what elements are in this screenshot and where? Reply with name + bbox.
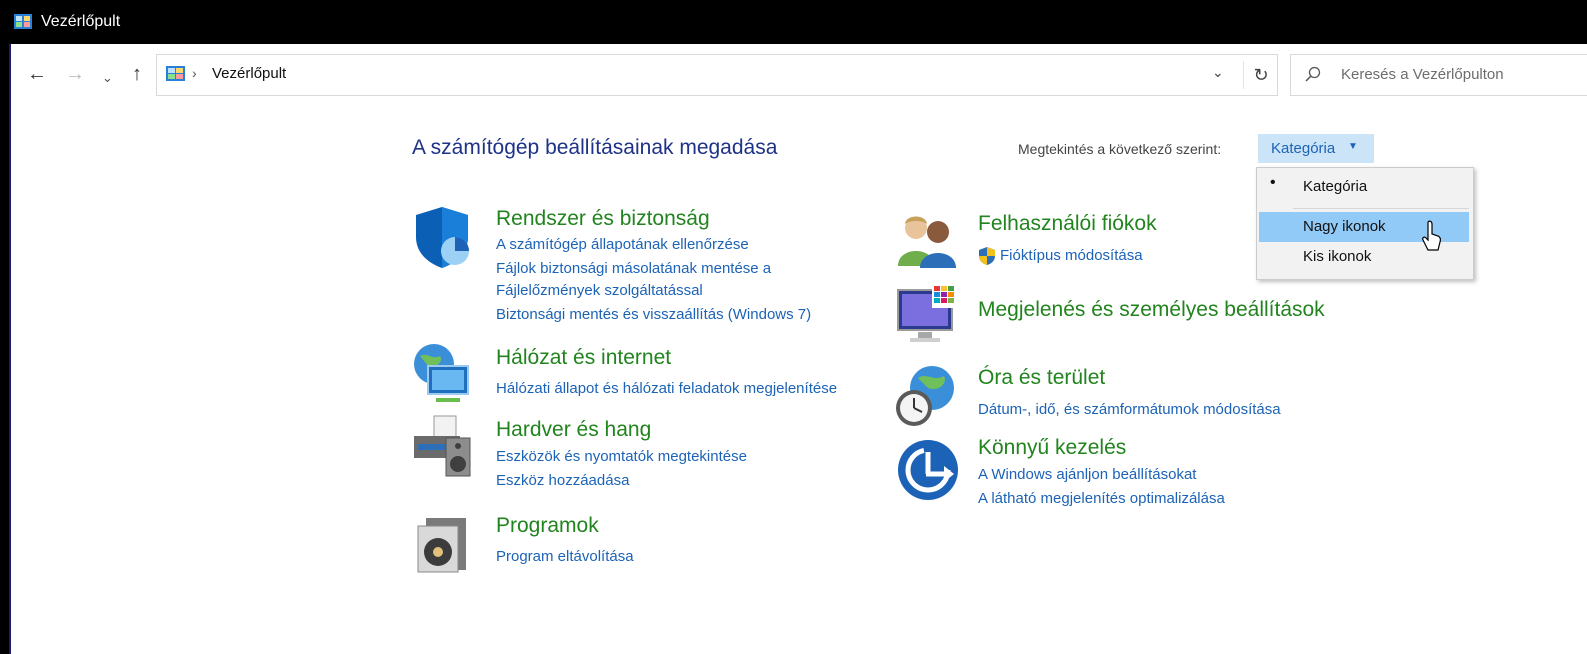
back-button[interactable]: ← bbox=[27, 62, 47, 86]
menu-item-label: Kategória bbox=[1303, 178, 1368, 195]
up-button[interactable]: ↑ bbox=[132, 62, 142, 86]
view-by-select[interactable]: Kategória ▼ bbox=[1258, 134, 1374, 163]
address-bar[interactable]: › Vezérlőpult ⌄ ↻ bbox=[156, 54, 1278, 96]
category-title-hardware[interactable]: Hardver és hang bbox=[496, 418, 651, 442]
view-by-label: Megtekintés a következő szerint: bbox=[1018, 141, 1222, 157]
link-uninstall-program[interactable]: Program eltávolítása bbox=[496, 548, 634, 565]
programs-disc-icon[interactable] bbox=[410, 512, 474, 576]
mouse-cursor-icon bbox=[1422, 220, 1441, 251]
address-dropdown-button[interactable]: ⌄ bbox=[1212, 64, 1224, 81]
search-input[interactable]: Keresés a Vezérlőpulton bbox=[1290, 54, 1587, 96]
link-optimize-visual-display[interactable]: A látható megjelenítés optimalizálása bbox=[978, 490, 1225, 507]
category-title-ease[interactable]: Könnyű kezelés bbox=[978, 436, 1126, 460]
page-title: A számítógép beállításainak megadása bbox=[412, 136, 778, 159]
title-bar: Vezérlőpult bbox=[0, 0, 1587, 44]
link-network-status[interactable]: Hálózati állapot és hálózati feladatok m… bbox=[496, 380, 837, 397]
control-panel-icon bbox=[14, 14, 32, 29]
network-globe-icon[interactable] bbox=[410, 342, 474, 406]
menu-item-label: Nagy ikonok bbox=[1303, 218, 1386, 235]
window-frame bbox=[9, 44, 11, 654]
selected-bullet-icon: • bbox=[1270, 174, 1276, 191]
control-panel-icon bbox=[166, 66, 185, 81]
clock-globe-icon[interactable] bbox=[894, 364, 958, 428]
ease-of-access-icon[interactable] bbox=[896, 438, 960, 502]
link-change-date-formats[interactable]: Dátum-, idő, és számformátumok módosítás… bbox=[978, 401, 1281, 418]
forward-button[interactable]: → bbox=[65, 62, 85, 86]
search-placeholder: Keresés a Vezérlőpulton bbox=[1341, 66, 1504, 83]
dropdown-arrow-icon: ▼ bbox=[1348, 141, 1358, 152]
recent-locations-button[interactable]: ⌄ bbox=[102, 66, 113, 90]
search-icon bbox=[1305, 66, 1321, 82]
window-title: Vezérlőpult bbox=[41, 13, 121, 30]
monitor-colors-icon[interactable] bbox=[896, 284, 960, 348]
shield-icon[interactable] bbox=[410, 205, 474, 269]
category-title-appearance[interactable]: Megjelenés és személyes beállítások bbox=[978, 298, 1325, 322]
link-backup-files[interactable]: Fájlok biztonsági másolatának mentése a bbox=[496, 260, 771, 277]
users-icon[interactable] bbox=[894, 206, 958, 270]
menu-separator bbox=[1293, 208, 1469, 209]
menu-item-label: Kis ikonok bbox=[1303, 248, 1372, 265]
link-windows-suggest-settings[interactable]: A Windows ajánljon beállításokat bbox=[978, 466, 1196, 483]
category-title-programs[interactable]: Programok bbox=[496, 514, 599, 538]
link-check-status[interactable]: A számítógép állapotának ellenőrzése bbox=[496, 236, 749, 253]
breadcrumb-separator-icon[interactable]: › bbox=[192, 65, 197, 81]
navigation-bar: ← → ⌄ ↑ › Vezérlőpult ⌄ ↻ Keresés a Vezé… bbox=[11, 44, 1587, 106]
uac-shield-icon bbox=[979, 247, 995, 265]
link-backup-files-history[interactable]: Fájlelőzmények szolgáltatással bbox=[496, 282, 703, 299]
breadcrumb-control-panel[interactable]: Vezérlőpult bbox=[212, 65, 286, 82]
link-backup-restore-win7[interactable]: Biztonsági mentés és visszaállítás (Wind… bbox=[496, 306, 811, 323]
link-add-device[interactable]: Eszköz hozzáadása bbox=[496, 472, 629, 489]
category-title-network[interactable]: Hálózat és internet bbox=[496, 346, 671, 370]
category-title-system[interactable]: Rendszer és biztonság bbox=[496, 207, 710, 231]
link-change-account-type[interactable]: Fióktípus módosítása bbox=[1000, 247, 1143, 264]
view-by-value: Kategória bbox=[1271, 140, 1336, 157]
printer-speaker-icon[interactable] bbox=[410, 414, 474, 478]
menu-item-category[interactable]: • Kategória bbox=[1259, 172, 1469, 202]
link-devices-printers[interactable]: Eszközök és nyomtatók megtekintése bbox=[496, 448, 747, 465]
category-title-accounts[interactable]: Felhasználói fiókok bbox=[978, 212, 1157, 236]
refresh-button[interactable]: ↻ bbox=[1243, 61, 1278, 89]
category-title-clock[interactable]: Óra és terület bbox=[978, 366, 1105, 390]
